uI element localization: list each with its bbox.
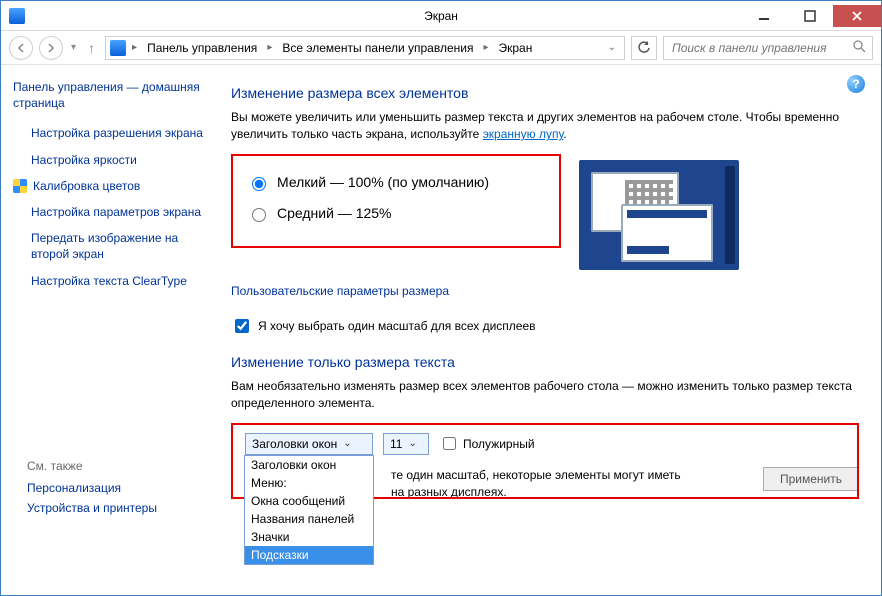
nav-toolbar: ▾ ↑ ▸ Панель управления ▸ Все элементы п… bbox=[1, 31, 881, 65]
breadcrumb-seg-1[interactable]: Панель управления bbox=[143, 39, 261, 57]
forward-button[interactable] bbox=[39, 36, 63, 60]
location-icon bbox=[110, 40, 126, 56]
one-scale-label: Я хочу выбрать один масштаб для всех дис… bbox=[258, 319, 536, 333]
refresh-button[interactable] bbox=[631, 36, 657, 60]
scale-radios: Мелкий — 100% (по умолчанию) Средний — 1… bbox=[247, 174, 545, 222]
window-buttons bbox=[741, 5, 881, 27]
app-icon bbox=[9, 8, 25, 24]
chevron-down-icon: ⌄ bbox=[408, 438, 416, 449]
address-dropdown-icon[interactable]: ⌄ bbox=[604, 42, 620, 53]
heading-resize-all: Изменение размера всех элементов bbox=[231, 85, 859, 101]
window-titlebar: Экран bbox=[1, 1, 881, 31]
dropdown-opt-icons[interactable]: Значки bbox=[245, 528, 373, 546]
magnifier-link[interactable]: экранную лупу bbox=[483, 127, 564, 141]
radio-medium-input[interactable] bbox=[252, 208, 266, 222]
heading-text-size: Изменение только размера текста bbox=[231, 354, 859, 370]
address-bar[interactable]: ▸ Панель управления ▸ Все элементы панел… bbox=[105, 36, 625, 60]
search-input[interactable] bbox=[670, 40, 852, 56]
sidebar-link-project[interactable]: Передать изображение на второй экран bbox=[31, 230, 209, 262]
breadcrumb-sep-icon: ▸ bbox=[130, 42, 139, 53]
up-button[interactable]: ↑ bbox=[84, 40, 99, 56]
description-text-size: Вам необязательно изменять размер всех э… bbox=[231, 378, 859, 413]
see-also-header: См. также bbox=[27, 459, 217, 473]
description-resize-all: Вы можете увеличить или уменьшить размер… bbox=[231, 109, 859, 144]
search-box[interactable] bbox=[663, 36, 873, 60]
sidebar-link-cleartype[interactable]: Настройка текста ClearType bbox=[31, 273, 209, 289]
minimize-button[interactable] bbox=[741, 5, 787, 27]
breadcrumb-seg-2[interactable]: Все элементы панели управления bbox=[278, 39, 477, 57]
one-scale-checkbox[interactable]: Я хочу выбрать один масштаб для всех дис… bbox=[231, 316, 859, 336]
bold-checkbox[interactable]: Полужирный bbox=[439, 434, 535, 453]
dropdown-opt-tooltips[interactable]: Подсказки bbox=[245, 546, 373, 564]
breadcrumb-sep-icon: ▸ bbox=[481, 42, 490, 53]
back-button[interactable] bbox=[9, 36, 33, 60]
font-size-value: 11 bbox=[390, 437, 402, 451]
radio-small[interactable]: Мелкий — 100% (по умолчанию) bbox=[247, 174, 545, 191]
sidebar: Панель управления — домашняя страница На… bbox=[1, 65, 221, 595]
sidebar-link-brightness[interactable]: Настройка яркости bbox=[31, 152, 209, 168]
text-size-controls: Заголовки окон ⌄ Заголовки окон Меню: Ок… bbox=[245, 433, 845, 455]
one-scale-input[interactable] bbox=[235, 319, 249, 333]
sidebar-link-display-settings[interactable]: Настройка параметров экрана bbox=[31, 204, 209, 220]
dropdown-opt-panels[interactable]: Названия панелей bbox=[245, 510, 373, 528]
sidebar-link-resolution[interactable]: Настройка разрешения экрана bbox=[31, 125, 209, 141]
main-content: ? Изменение размера всех элементов Вы мо… bbox=[221, 65, 881, 595]
dropdown-opt-titles[interactable]: Заголовки окон bbox=[245, 456, 373, 474]
dropdown-opt-menu[interactable]: Меню: bbox=[245, 474, 373, 492]
element-dropdown: Заголовки окон Меню: Окна сообщений Назв… bbox=[244, 455, 374, 565]
custom-size-link[interactable]: Пользовательские параметры размера bbox=[231, 284, 859, 298]
shield-icon bbox=[13, 179, 27, 193]
text-size-highlight: Заголовки окон ⌄ Заголовки окон Меню: Ок… bbox=[231, 423, 859, 499]
radio-medium-label: Средний — 125% bbox=[277, 205, 392, 221]
breadcrumb-seg-3[interactable]: Экран bbox=[495, 39, 537, 57]
dropdown-opt-msgbox[interactable]: Окна сообщений bbox=[245, 492, 373, 510]
sidebar-link-calibration[interactable]: Калибровка цветов bbox=[13, 178, 209, 194]
bold-label: Полужирный bbox=[463, 437, 535, 451]
search-icon bbox=[852, 39, 866, 56]
font-size-select[interactable]: 11 ⌄ bbox=[383, 433, 429, 455]
bold-input[interactable] bbox=[443, 437, 456, 450]
maximize-button[interactable] bbox=[787, 5, 833, 27]
element-select-value: Заголовки окон bbox=[252, 437, 337, 451]
element-select[interactable]: Заголовки окон ⌄ bbox=[245, 433, 373, 455]
radio-small-label: Мелкий — 100% (по умолчанию) bbox=[277, 174, 489, 190]
history-dropdown-icon[interactable]: ▾ bbox=[69, 42, 78, 53]
sidebar-link-label: Калибровка цветов bbox=[33, 178, 140, 194]
radio-small-input[interactable] bbox=[252, 177, 266, 191]
radio-medium[interactable]: Средний — 125% bbox=[247, 205, 545, 222]
window-title: Экран bbox=[424, 9, 458, 23]
scale-options-highlight: Мелкий — 100% (по умолчанию) Средний — 1… bbox=[231, 154, 561, 248]
control-panel-home-link[interactable]: Панель управления — домашняя страница bbox=[13, 79, 209, 111]
breadcrumb-sep-icon: ▸ bbox=[265, 42, 274, 53]
see-also-personalization[interactable]: Персонализация bbox=[27, 481, 217, 495]
see-also-devices[interactable]: Устройства и принтеры bbox=[27, 501, 217, 515]
chevron-down-icon: ⌄ bbox=[343, 438, 351, 449]
help-icon[interactable]: ? bbox=[847, 75, 865, 93]
close-button[interactable] bbox=[833, 5, 881, 27]
preview-image bbox=[579, 160, 739, 270]
